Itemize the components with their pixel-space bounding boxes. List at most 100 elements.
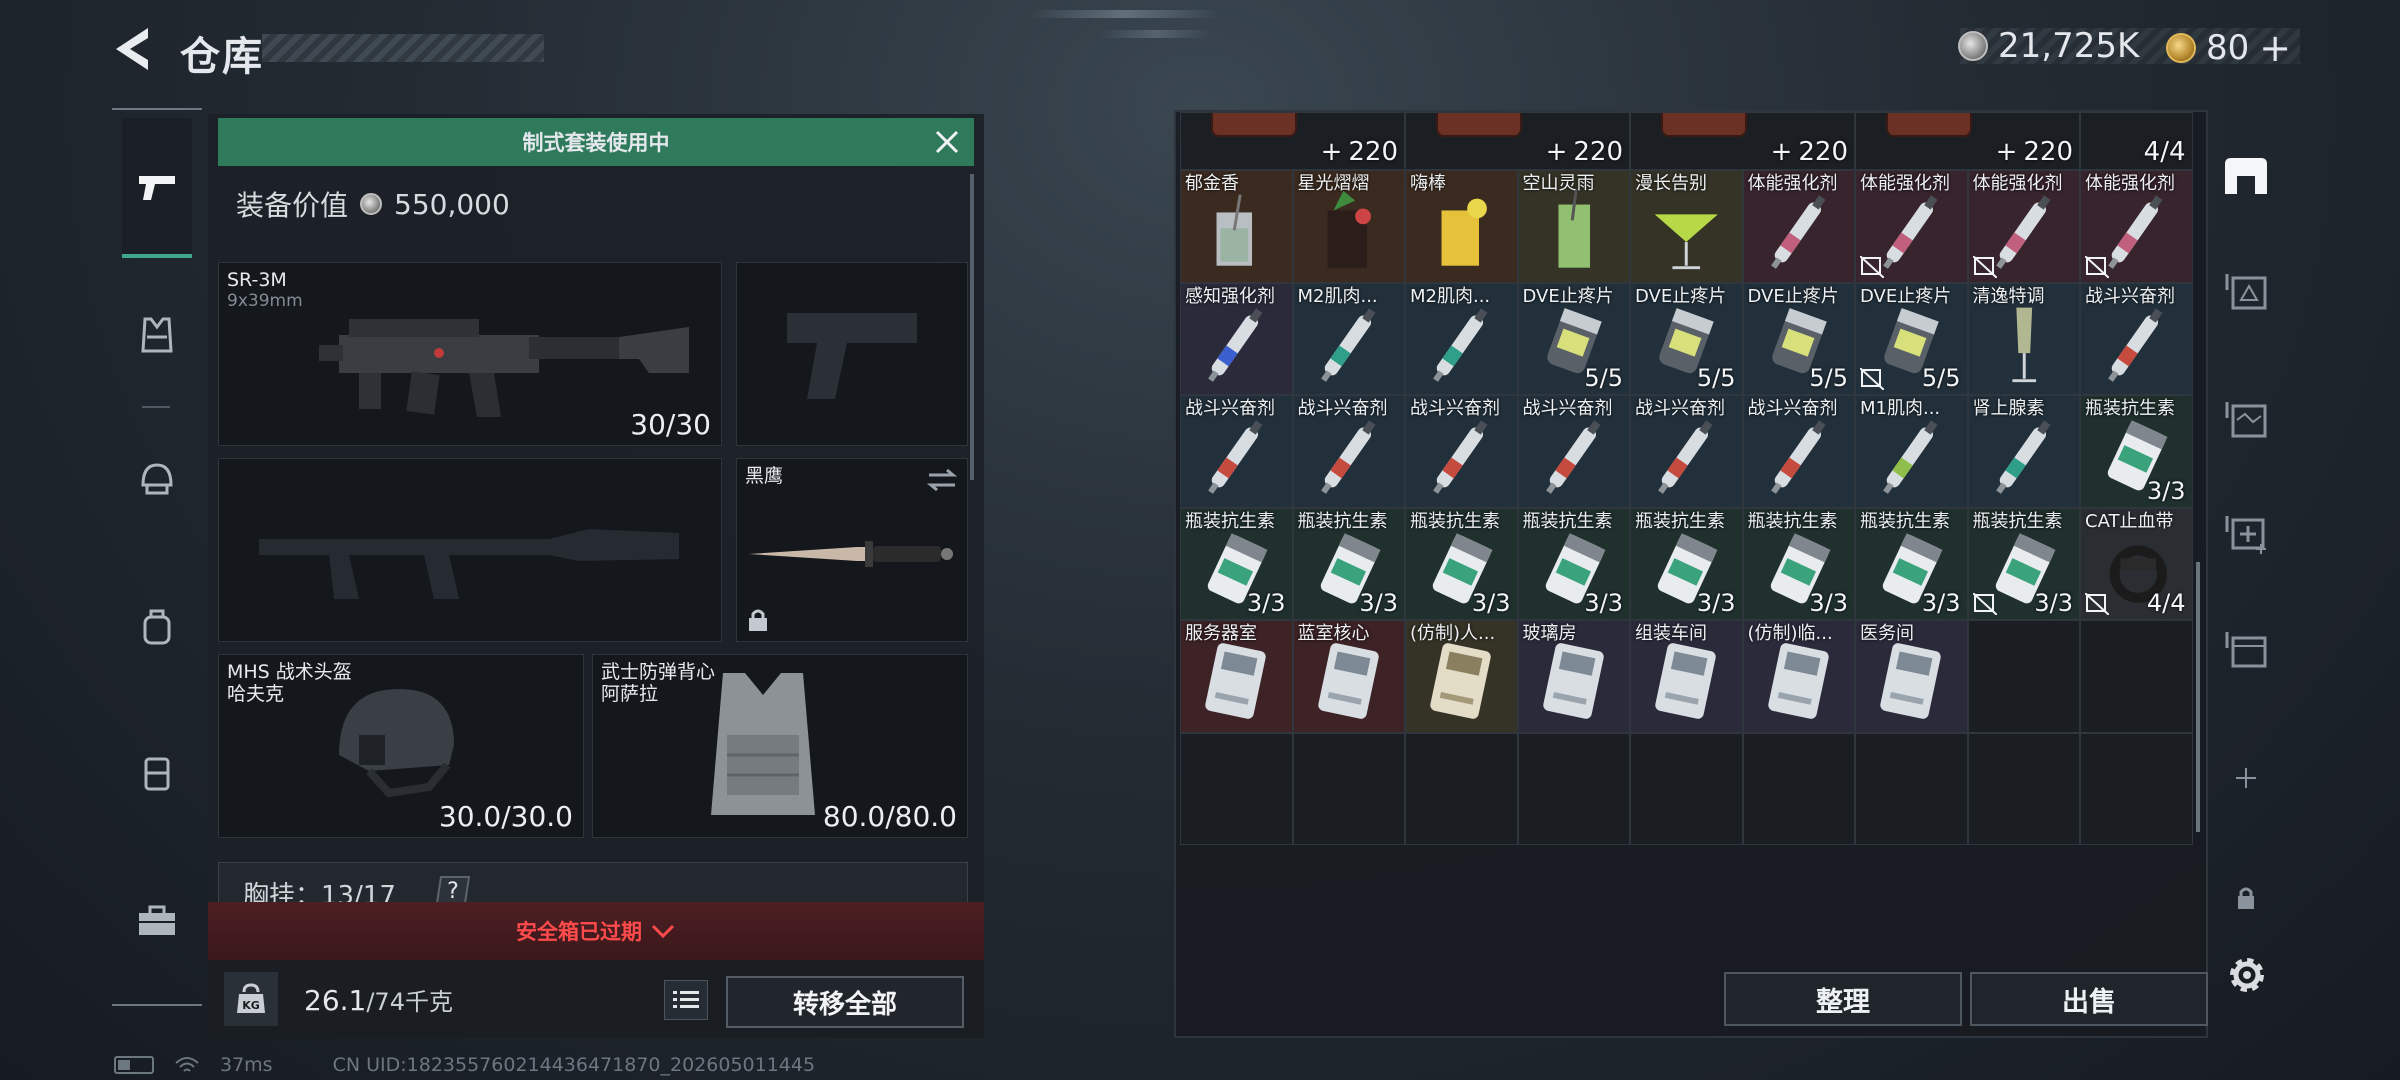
tab-storage-3[interactable] — [2218, 390, 2274, 446]
primary-weapon-slot[interactable]: SR-3M 9x39mm 30/30 — [218, 262, 722, 446]
empty-cell[interactable] — [2080, 620, 2193, 733]
inventory-cell[interactable]: 战斗兴奋剂 — [1180, 395, 1293, 508]
storage-tabs-rail — [2206, 112, 2286, 1012]
tab-armor[interactable] — [126, 304, 188, 366]
inventory-cell[interactable]: DVE止疼片 5/5 — [1517, 282, 1630, 395]
inventory-cell[interactable]: 清逸特调 — [1967, 282, 2080, 395]
inventory-cell[interactable]: 服务器室 — [1180, 620, 1293, 733]
inventory-cell[interactable]: 战斗兴奋剂 — [1517, 395, 1630, 508]
tab-warehouse-main[interactable] — [2218, 148, 2274, 204]
inventory-cell[interactable]: 战斗兴奋剂 — [1292, 395, 1405, 508]
tab-storage-4[interactable] — [2218, 504, 2274, 560]
inventory-cell[interactable]: 体能强化剂 — [1967, 170, 2080, 283]
empty-cell[interactable] — [1967, 620, 2080, 733]
inventory-cell[interactable]: 瓶装抗生素 3/3 — [1855, 507, 1968, 620]
tab-chest-rig[interactable] — [126, 742, 188, 804]
inventory-cell[interactable]: M1肌肉... — [1855, 395, 1968, 508]
inventory-cell[interactable]: (仿制)人... — [1405, 620, 1518, 733]
transfer-all-button[interactable]: 转移全部 — [726, 976, 964, 1028]
inventory-cell[interactable]: (仿制)临... — [1742, 620, 1855, 733]
inventory-cell[interactable]: +220 — [1405, 112, 1630, 170]
inventory-cell[interactable]: 漫长告别 — [1630, 170, 1743, 283]
inventory-cell[interactable]: 瓶装抗生素 3/3 — [2080, 395, 2193, 508]
body-armor-slot[interactable]: 武士防弹背心 阿萨拉 80.0/80.0 — [592, 654, 968, 838]
helmet-slot[interactable]: MHS 战术头盔 哈夫克 30.0/30.0 — [218, 654, 584, 838]
inventory-cell[interactable]: 嗨棒 — [1405, 170, 1518, 283]
inventory-cell[interactable]: 体能强化剂 — [2080, 170, 2193, 283]
tab-weapons[interactable] — [122, 118, 192, 258]
item-quantity: 5/5 — [1696, 364, 1736, 392]
gold-currency[interactable]: 80 + — [2166, 26, 2291, 70]
safe-box-status[interactable]: 安全箱已过期 — [208, 902, 984, 960]
inventory-cell[interactable]: +220 — [1855, 112, 2080, 170]
empty-cell[interactable] — [1742, 732, 1855, 845]
empty-cell[interactable] — [1180, 732, 1293, 845]
inventory-cell[interactable]: 战斗兴奋剂 — [1630, 395, 1743, 508]
tab-storage-2[interactable] — [2218, 262, 2274, 318]
loadout-scrollbar[interactable] — [970, 174, 974, 480]
tab-storage-5[interactable] — [2218, 620, 2274, 676]
empty-cell[interactable] — [1630, 732, 1743, 845]
inventory-cell[interactable]: 瓶装抗生素 3/3 — [1630, 507, 1743, 620]
melee-slot[interactable]: 黑鹰 — [736, 458, 968, 642]
inventory-cell[interactable]: M2肌肉... — [1292, 282, 1405, 395]
list-view-button[interactable] — [664, 980, 708, 1020]
kettlebell-icon: KG — [237, 983, 265, 1013]
inventory-cell[interactable]: 空山灵雨 — [1517, 170, 1630, 283]
inventory-cell[interactable]: DVE止疼片 5/5 — [1742, 282, 1855, 395]
inventory-cell[interactable]: 瓶装抗生素 3/3 — [1967, 507, 2080, 620]
inventory-cell[interactable]: 战斗兴奋剂 — [1405, 395, 1518, 508]
inventory-cell[interactable]: 感知强化剂 — [1180, 282, 1293, 395]
help-icon-glyph: ? — [447, 879, 459, 904]
inventory-cell[interactable]: 郁金香 — [1180, 170, 1293, 283]
swap-icon[interactable] — [925, 467, 959, 493]
tab-backpack[interactable] — [126, 596, 188, 658]
inventory-cell[interactable]: 瓶装抗生素 3/3 — [1180, 507, 1293, 620]
locked-storage-slot[interactable] — [2218, 870, 2274, 926]
inventory-cell[interactable]: 玻璃房 — [1517, 620, 1630, 733]
inventory-cell[interactable]: 组装车间 — [1630, 620, 1743, 733]
tab-toolbox[interactable] — [126, 890, 188, 952]
empty-cell[interactable] — [1855, 732, 1968, 845]
close-icon[interactable] — [932, 127, 962, 157]
item-name: CAT止血带 — [2085, 510, 2174, 532]
inventory-cell[interactable]: 蓝室核心 — [1292, 620, 1405, 733]
bound-item-icon — [2085, 593, 2109, 615]
inventory-cell[interactable]: CAT止血带 4/4 — [2080, 507, 2193, 620]
inventory-cell[interactable]: 体能强化剂 — [1742, 170, 1855, 283]
inventory-cell[interactable]: 瓶装抗生素 3/3 — [1292, 507, 1405, 620]
sidearm-slot[interactable] — [736, 262, 968, 446]
inventory-cell[interactable]: +220 — [1180, 112, 1405, 170]
empty-cell[interactable] — [1405, 732, 1518, 845]
add-storage-button[interactable] — [2218, 750, 2274, 806]
inventory-cell[interactable]: 瓶装抗生素 3/3 — [1405, 507, 1518, 620]
inventory-cell[interactable]: 肾上腺素 — [1967, 395, 2080, 508]
inventory-cell[interactable]: 瓶装抗生素 3/3 — [1742, 507, 1855, 620]
inventory-cell[interactable]: 瓶装抗生素 3/3 — [1517, 507, 1630, 620]
back-arrow-icon[interactable] — [110, 24, 158, 74]
secondary-weapon-slot[interactable] — [218, 458, 722, 642]
sort-button[interactable]: 整理 — [1724, 972, 1962, 1026]
inventory-cell[interactable]: DVE止疼片 5/5 — [1630, 282, 1743, 395]
silver-currency[interactable]: 21,725K — [1958, 26, 2139, 66]
inventory-cell[interactable]: 医务间 — [1855, 620, 1968, 733]
inventory-cell[interactable]: 战斗兴奋剂 — [2080, 282, 2193, 395]
empty-cell[interactable] — [1292, 732, 1405, 845]
tab-helmet[interactable] — [126, 448, 188, 510]
empty-cell[interactable] — [1967, 732, 2080, 845]
inventory-cell[interactable]: M2肌肉... — [1405, 282, 1518, 395]
item-name: M2肌肉... — [1410, 285, 1491, 307]
inventory-cell[interactable]: 星光熠熠 — [1292, 170, 1405, 283]
item-quantity: 3/3 — [1471, 589, 1511, 617]
empty-cell[interactable] — [2080, 732, 2193, 845]
sell-button[interactable]: 出售 — [1970, 972, 2208, 1026]
empty-cell[interactable] — [1517, 732, 1630, 845]
settings-gear-icon[interactable] — [2222, 950, 2272, 1000]
inventory-cell[interactable]: DVE止疼片 5/5 — [1855, 282, 1968, 395]
inventory-cell[interactable]: 战斗兴奋剂 — [1742, 395, 1855, 508]
inventory-cell[interactable]: +220 — [1630, 112, 1855, 170]
inventory-cell[interactable]: 体能强化剂 — [1855, 170, 1968, 283]
gold-add-button[interactable]: + — [2259, 26, 2291, 70]
storage-scrollbar[interactable] — [2196, 562, 2200, 832]
inventory-cell[interactable]: 4/4 — [2080, 112, 2193, 170]
